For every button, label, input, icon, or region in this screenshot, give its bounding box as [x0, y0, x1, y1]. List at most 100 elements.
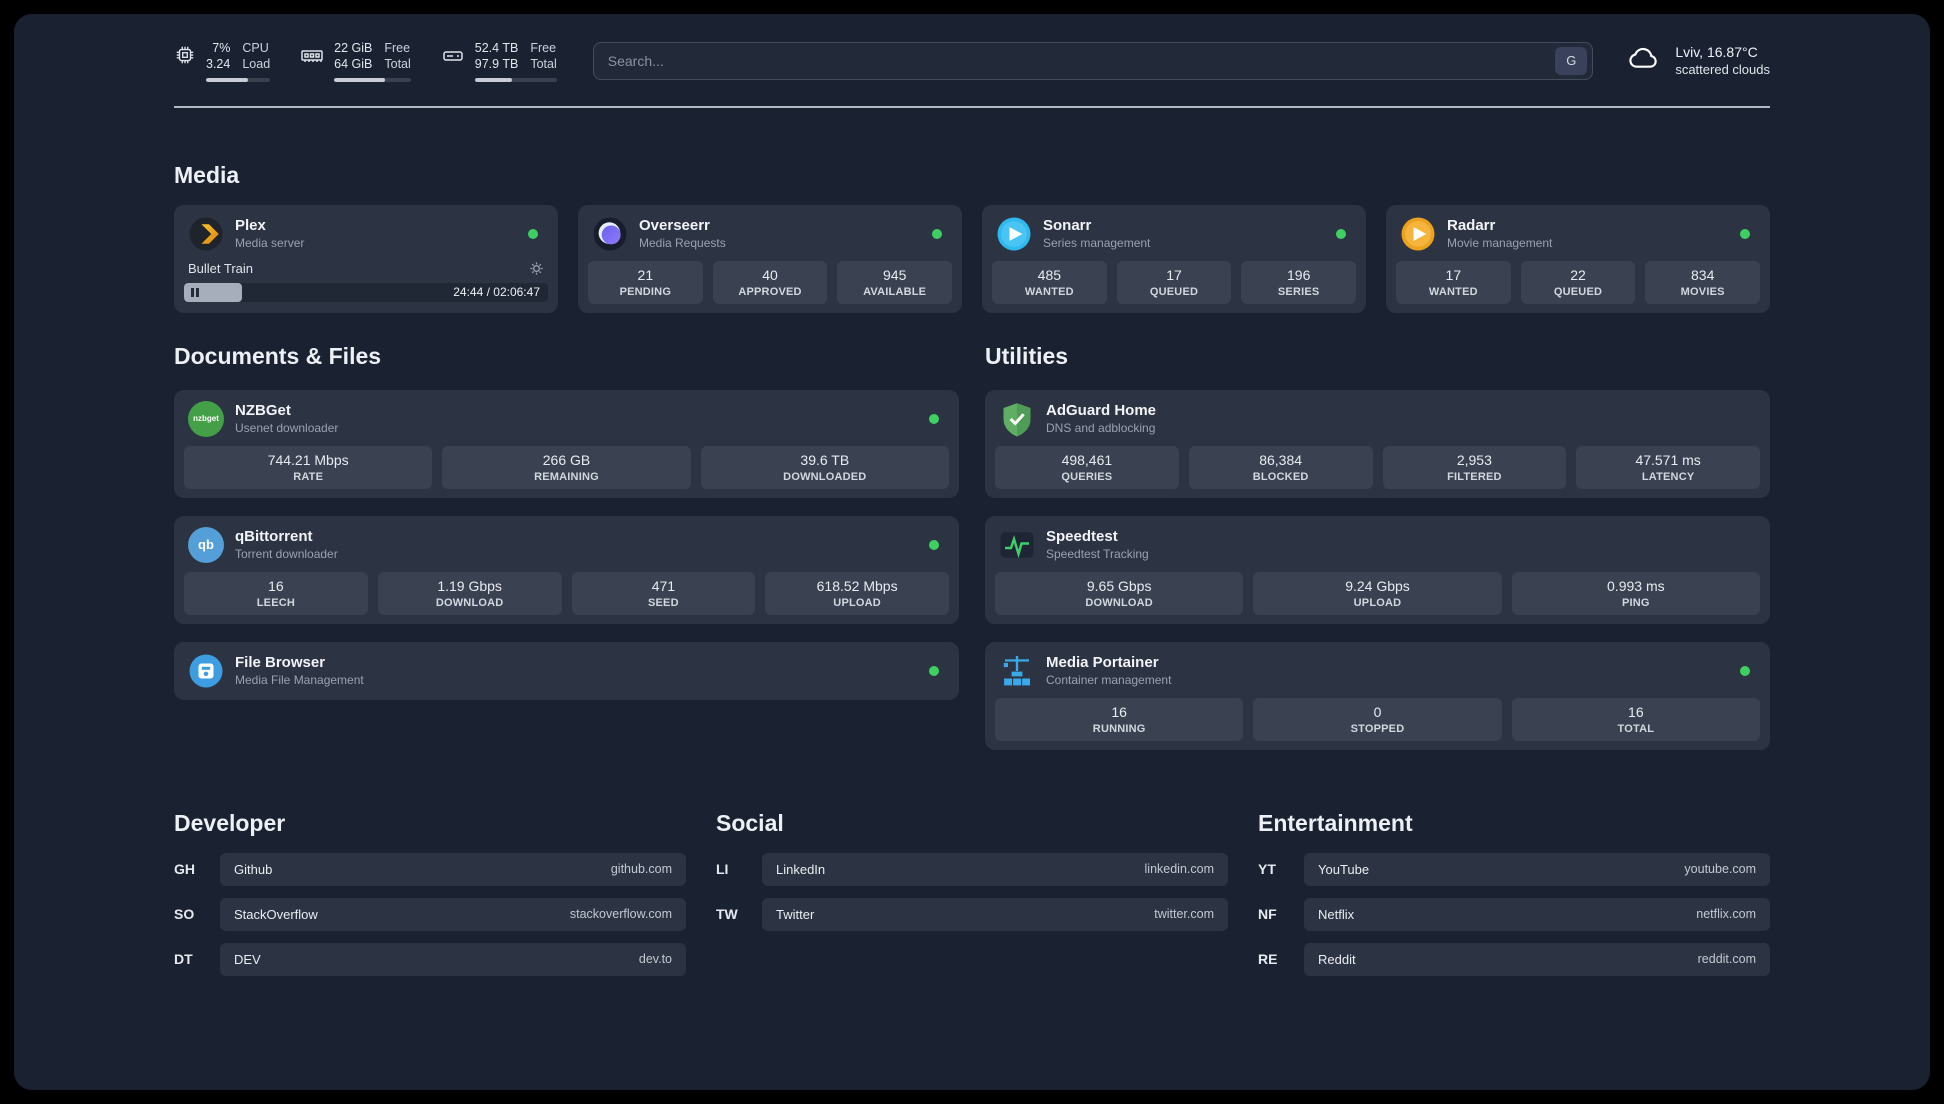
stat-value: 86,384 — [1259, 451, 1303, 468]
search-input[interactable] — [607, 52, 1556, 69]
status-dot — [932, 228, 942, 239]
bookmark-abbr: YT — [1258, 861, 1276, 877]
qbittorrent-icon: qb — [188, 526, 224, 563]
disk-free-value: 52.4 TB — [474, 41, 519, 55]
bookmark-url: stackoverflow.com — [569, 907, 672, 921]
stat-label: MOVIES — [1680, 285, 1725, 298]
bookmark-link-github[interactable]: Github github.com — [220, 852, 686, 886]
card-title: AdGuard Home — [1046, 401, 1157, 419]
stat-tile: 21 PENDING — [588, 260, 703, 304]
bookmark-link-dev[interactable]: DEV dev.to — [220, 942, 686, 976]
filebrowser-icon — [188, 653, 224, 689]
memory-free-value: 22 GiB — [334, 41, 373, 55]
memory-usage-bar — [334, 77, 411, 82]
bookmark-link-netflix[interactable]: Netflix netflix.com — [1304, 897, 1770, 931]
bookmark-url: github.com — [610, 862, 672, 876]
weather-condition: scattered clouds — [1675, 62, 1770, 78]
disk-total-label: Total — [530, 57, 557, 72]
stat-tile: 16 TOTAL — [1511, 697, 1760, 741]
bookmark-row: GH Github github.com — [174, 852, 686, 886]
bookmark-url: twitter.com — [1154, 907, 1214, 921]
gear-icon[interactable] — [529, 261, 544, 276]
bookmark-link-twitter[interactable]: Twitter twitter.com — [762, 897, 1228, 931]
hard-drive-icon — [441, 44, 465, 68]
bookmark-abbr: TW — [716, 906, 738, 922]
plex-card[interactable]: Plex Media server Bullet Train 24:44 / 0… — [174, 204, 558, 313]
pause-icon[interactable] — [184, 287, 201, 297]
bookmark-url: netflix.com — [1696, 907, 1756, 921]
stat-tile: 0.993 ms PING — [1511, 571, 1760, 615]
stat-label: TOTAL — [1617, 722, 1655, 735]
filebrowser-card[interactable]: File Browser Media File Management — [174, 641, 959, 700]
stat-value: 16 — [1628, 703, 1644, 720]
stat-tile: 834 MOVIES — [1645, 260, 1761, 304]
stat-tile: 47.571 ms LATENCY — [1576, 445, 1760, 489]
stat-tile: 22 QUEUED — [1520, 260, 1636, 304]
stat-tile: 196 SERIES — [1241, 260, 1357, 304]
utilities-heading: Utilities — [985, 342, 1069, 369]
bookmark-link-reddit[interactable]: Reddit reddit.com — [1304, 942, 1770, 976]
disk-free-label: Free — [530, 41, 557, 55]
stat-value: 16 — [1111, 703, 1127, 720]
nzbget-card[interactable]: nzbget NZBGet Usenet downloader 744.21 M… — [174, 389, 959, 498]
stat-tile: 39.6 TB DOWNLOADED — [700, 445, 949, 489]
status-dot — [929, 539, 939, 550]
card-subtitle: Container management — [1046, 673, 1172, 688]
bookmark-abbr: DT — [174, 951, 193, 967]
disk-usage-bar — [474, 77, 557, 82]
sonarr-icon — [996, 216, 1032, 252]
search-provider-button[interactable]: G — [1555, 46, 1588, 75]
cpu-load-label: Load — [242, 57, 271, 72]
bookmark-link-youtube[interactable]: YouTube youtube.com — [1304, 852, 1770, 886]
utilities-column: Utilities AdGuard Home DNS and adblockin… — [985, 343, 1770, 750]
memory-total-value: 64 GiB — [334, 57, 373, 72]
speedtest-waveform-icon — [999, 527, 1035, 563]
sonarr-card[interactable]: Sonarr Series management 485 WANTED 17 Q… — [982, 204, 1366, 313]
qbittorrent-card[interactable]: qb qBittorrent Torrent downloader 16 LEE… — [174, 515, 959, 624]
stat-label: APPROVED — [738, 285, 802, 298]
stat-label: QUERIES — [1061, 470, 1113, 483]
stat-tile: 17 WANTED — [1396, 260, 1511, 304]
developer-bookmarks: Developer GH Github github.com SO StackO… — [174, 810, 686, 988]
bookmark-link-stackoverflow[interactable]: StackOverflow stackoverflow.com — [220, 897, 686, 931]
bookmark-link-linkedin[interactable]: LinkedIn linkedin.com — [762, 852, 1228, 886]
stat-label: LATENCY — [1641, 470, 1695, 483]
stat-tile: 2,953 FILTERED — [1382, 445, 1567, 489]
bookmark-row: RE Reddit reddit.com — [1258, 942, 1770, 976]
weather-widget[interactable]: Lviv, 16.87°C scattered clouds — [1623, 42, 1770, 79]
status-dot — [1740, 665, 1750, 676]
speedtest-card[interactable]: Speedtest Speedtest Tracking 9.65 Gbps D… — [985, 515, 1770, 624]
playback-progress-bar[interactable]: 24:44 / 02:06:47 — [184, 282, 548, 302]
plex-icon — [188, 216, 224, 252]
memory-widget: 22 GiB 64 GiB Free Total — [300, 40, 411, 82]
stat-value: 471 — [651, 577, 676, 594]
stat-tile: 86,384 BLOCKED — [1188, 445, 1373, 489]
stat-value: 834 — [1691, 266, 1715, 283]
overseerr-card[interactable]: Overseerr Media Requests 21 PENDING 40 A… — [578, 204, 962, 313]
stat-value: 485 — [1037, 266, 1062, 283]
stat-value: 17 — [1445, 266, 1462, 283]
stat-value: 1.19 Gbps — [437, 577, 502, 594]
status-dot — [528, 228, 538, 239]
stat-value: 498,461 — [1061, 451, 1113, 468]
stat-value: 16 — [268, 577, 284, 594]
card-title: Plex — [235, 216, 266, 234]
stat-value: 47.571 ms — [1635, 451, 1701, 468]
card-title: qBittorrent — [235, 527, 313, 545]
card-subtitle: Usenet downloader — [235, 421, 339, 436]
media-card-grid: Plex Media server Bullet Train 24:44 / 0… — [174, 204, 1770, 313]
stat-tile: 498,461 QUERIES — [995, 445, 1179, 489]
bookmark-name: StackOverflow — [234, 906, 318, 922]
now-playing-title: Bullet Train — [188, 260, 254, 276]
cpu-chip-icon — [174, 44, 196, 66]
stat-value: 21 — [637, 266, 654, 283]
stat-label: WANTED — [1428, 285, 1478, 298]
stat-label: BLOCKED — [1252, 470, 1309, 483]
adguard-card[interactable]: AdGuard Home DNS and adblocking 498,461 … — [985, 389, 1770, 498]
stat-tile: 266 GB REMAINING — [442, 445, 691, 489]
portainer-card[interactable]: Media Portainer Container management 16 … — [985, 641, 1770, 750]
bookmark-row: YT YouTube youtube.com — [1258, 852, 1770, 886]
radarr-card[interactable]: Radarr Movie management 17 WANTED 22 QUE… — [1386, 204, 1770, 313]
bookmark-name: Netflix — [1318, 906, 1355, 922]
documents-heading: Documents & Files — [174, 342, 382, 369]
